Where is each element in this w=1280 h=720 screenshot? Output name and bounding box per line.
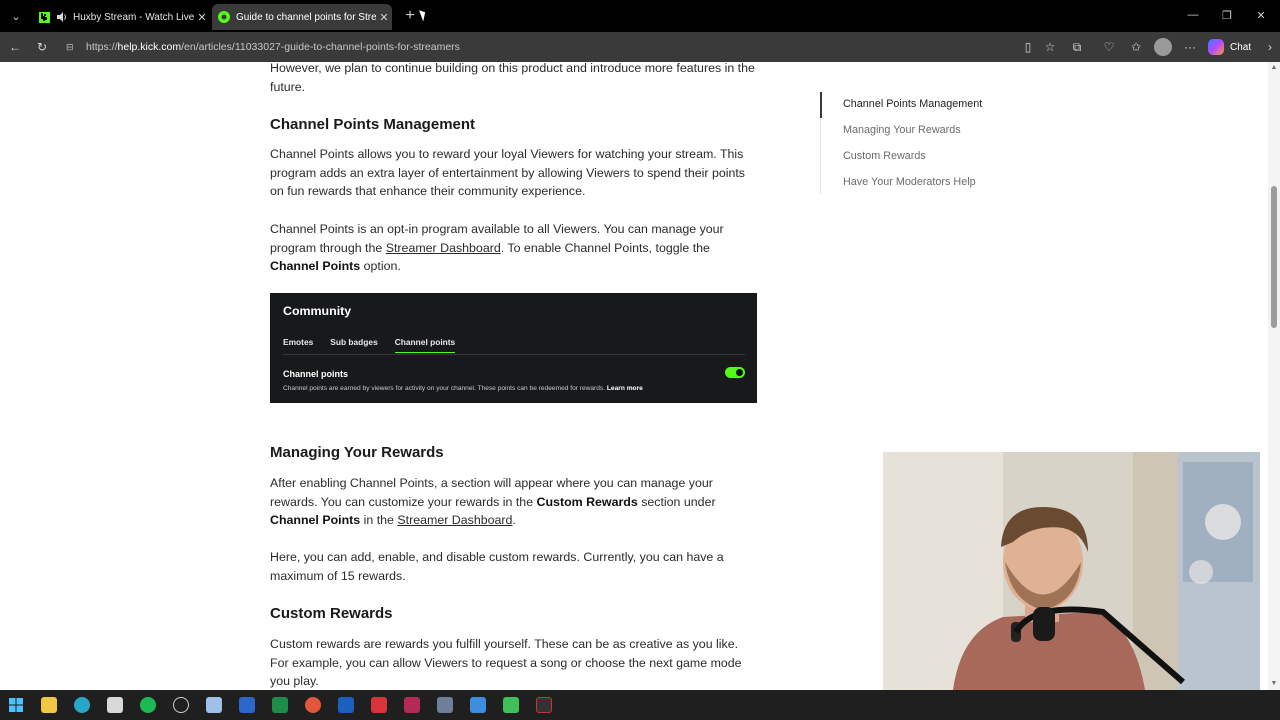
channel-points-setting-desc: Channel points are earned by viewers for… xyxy=(283,385,643,392)
intro-continuation-text: However, we plan to continue building on… xyxy=(270,62,755,94)
app-icon[interactable] xyxy=(305,697,321,713)
minimize-icon[interactable]: — xyxy=(1176,4,1210,26)
community-title: Community xyxy=(283,304,352,318)
browser-essentials-icon[interactable]: ♡ xyxy=(1100,38,1118,56)
bold-text: Custom Rewards xyxy=(536,494,638,509)
community-tabs: Emotes Sub badges Channel points xyxy=(283,337,472,353)
windows-taskbar xyxy=(0,690,1280,720)
back-arrow-icon[interactable]: ← xyxy=(6,38,24,56)
kick-help-favicon-icon xyxy=(218,11,230,23)
extensions-icon[interactable]: ⧉ xyxy=(1068,38,1086,56)
streamer-webcam-image xyxy=(883,452,1260,690)
text-run: section under xyxy=(637,494,716,509)
tab-sub-badges: Sub badges xyxy=(330,337,378,347)
divider xyxy=(283,354,745,355)
heading-custom-rewards: Custom Rewards xyxy=(270,605,393,622)
url-prefix: https:// xyxy=(86,41,118,53)
app-icon[interactable] xyxy=(470,697,486,713)
close-window-icon[interactable]: ✕ xyxy=(1244,4,1278,26)
toc-item-managing-your-rewards[interactable]: Managing Your Rewards xyxy=(843,124,961,136)
clock-icon[interactable] xyxy=(173,697,189,713)
address-bar[interactable]: ⊟ https://help.kick.com/en/articles/1103… xyxy=(60,36,1010,58)
scrollbar-thumb[interactable] xyxy=(1271,186,1277,328)
community-settings-screenshot: Community Emotes Sub badges Channel poin… xyxy=(270,293,757,403)
tab-huxby-stream[interactable]: Huxby Stream - Watch Live on Kick ✕ xyxy=(32,4,210,30)
copilot-chat-button[interactable]: Chat xyxy=(1208,37,1251,57)
toc-rail xyxy=(820,118,821,194)
streamer-dashboard-link[interactable]: Streamer Dashboard xyxy=(397,513,512,527)
app-icon[interactable] xyxy=(404,697,420,713)
text-run: option. xyxy=(360,259,401,274)
filezilla-icon[interactable] xyxy=(371,697,387,713)
webcam-overlay xyxy=(883,452,1260,690)
heading-managing-your-rewards: Managing Your Rewards xyxy=(270,444,444,461)
tab-guide-channel-points[interactable]: Guide to channel points for Streamers ✕ xyxy=(212,4,392,30)
browser-toolbar: ← ↻ ⊟ https://help.kick.com/en/articles/… xyxy=(0,32,1280,62)
text-run: . xyxy=(512,513,516,528)
more-options-icon[interactable]: ··· xyxy=(1181,38,1199,56)
app-icon[interactable] xyxy=(437,697,453,713)
bold-text: Channel Points xyxy=(270,259,361,274)
close-tab-icon[interactable]: ✕ xyxy=(376,11,392,24)
managing-paragraph-2: Here, you can add, enable, and disable c… xyxy=(270,550,724,583)
windows-start-icon[interactable] xyxy=(8,697,24,713)
app-icon[interactable] xyxy=(536,697,552,713)
page-scrollbar[interactable]: ▲ ▼ xyxy=(1268,62,1280,690)
url-host: help.kick.com xyxy=(117,41,182,53)
app-icon[interactable] xyxy=(503,697,519,713)
heading-channel-points-management: Channel Points Management xyxy=(270,116,476,133)
learn-more-text: Learn more xyxy=(606,385,643,392)
kick-favicon-icon xyxy=(38,11,50,23)
scroll-down-icon[interactable]: ▼ xyxy=(1270,680,1278,687)
excel-icon[interactable] xyxy=(272,697,288,713)
text-run: in the xyxy=(360,513,398,528)
favorite-star-icon[interactable]: ☆ xyxy=(1041,38,1059,56)
notepad-icon[interactable] xyxy=(206,697,222,713)
favorites-icon[interactable]: ✩ xyxy=(1127,38,1145,56)
app-icon[interactable] xyxy=(107,697,123,713)
toc-item-channel-points-management[interactable]: Channel Points Management xyxy=(843,98,982,110)
tab-title: Guide to channel points for Streamers xyxy=(236,11,376,23)
chat-label: Chat xyxy=(1230,41,1252,53)
management-paragraph-1: Channel Points allows you to reward your… xyxy=(270,147,746,199)
sidebar-chevron-icon[interactable]: › xyxy=(1261,38,1279,56)
managing-paragraph-1: After enabling Channel Points, a section… xyxy=(270,474,760,530)
new-tab-plus-icon[interactable]: + xyxy=(400,6,420,26)
audio-playing-icon[interactable] xyxy=(56,11,68,23)
maximize-icon[interactable]: ❐ xyxy=(1210,4,1244,26)
management-paragraph-2: Channel Points is an opt-in program avai… xyxy=(270,220,760,276)
site-info-icon[interactable]: ⊟ xyxy=(66,42,82,53)
close-tab-icon[interactable]: ✕ xyxy=(194,11,210,24)
toggle-knob xyxy=(736,369,743,376)
refresh-icon[interactable]: ↻ xyxy=(33,38,51,56)
scroll-up-icon[interactable]: ▲ xyxy=(1270,64,1278,71)
channel-points-toggle xyxy=(725,367,745,378)
tab-channel-points: Channel points xyxy=(394,337,456,353)
toc-active-indicator xyxy=(820,92,822,118)
copilot-icon xyxy=(1208,39,1224,55)
spotify-icon[interactable] xyxy=(140,697,156,713)
tab-title: Huxby Stream - Watch Live on Kick xyxy=(73,11,194,23)
bold-text: Channel Points xyxy=(270,513,361,528)
toc-item-have-your-moderators-help[interactable]: Have Your Moderators Help xyxy=(843,176,976,188)
tab-emotes: Emotes xyxy=(283,337,314,347)
file-explorer-icon[interactable] xyxy=(41,697,57,713)
toc-item-custom-rewards[interactable]: Custom Rewards xyxy=(843,150,926,162)
edge-icon[interactable] xyxy=(74,697,90,713)
tab-bar: ⌄ Huxby Stream - Watch Live on Kick ✕ Gu… xyxy=(0,0,1280,32)
app-icon[interactable] xyxy=(338,697,354,713)
custom-paragraph-1: Custom rewards are rewards you fulfill y… xyxy=(270,637,742,689)
mouse-cursor-icon xyxy=(419,8,428,22)
word-icon[interactable] xyxy=(239,697,255,713)
streamer-dashboard-link[interactable]: Streamer Dashboard xyxy=(386,241,501,255)
channel-points-setting-title: Channel points xyxy=(283,369,348,379)
reading-view-icon[interactable]: ▯ xyxy=(1019,38,1037,56)
desc-text: Channel points are earned by viewers for… xyxy=(283,385,606,392)
text-run: . To enable Channel Points, toggle the xyxy=(500,240,710,255)
url-path: /en/articles/11033027-guide-to-channel-p… xyxy=(181,41,460,53)
tab-list-chevron-icon[interactable]: ⌄ xyxy=(6,6,26,26)
profile-avatar[interactable] xyxy=(1154,38,1172,56)
